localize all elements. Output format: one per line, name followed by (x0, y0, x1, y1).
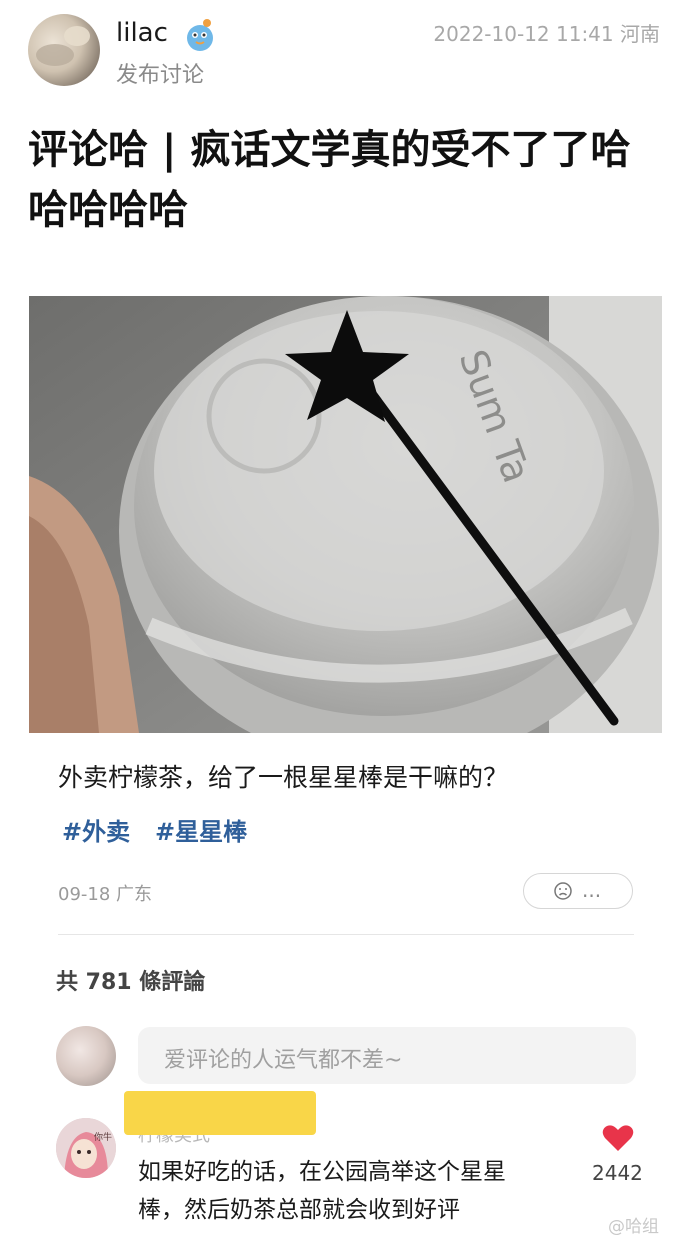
heart-icon[interactable] (602, 1124, 634, 1152)
card-date-location: 09-18 广东 (58, 884, 153, 905)
author-name[interactable]: lilac (116, 18, 168, 48)
highlight-mark (124, 1091, 316, 1135)
comment-input-placeholder: 爱评论的人运气都不差~ (164, 1048, 403, 1073)
reaction-button[interactable]: ... (523, 873, 633, 909)
comment-text: 如果好吃的话，在公园高举这个星星棒，然后奶茶总部就会收到好评 (138, 1159, 506, 1223)
divider (58, 934, 634, 935)
post-title: 评论哈 | 疯话文学真的受不了了哈哈哈哈哈 (28, 127, 631, 233)
more-label: ... (582, 878, 602, 902)
tag-link[interactable]: #星星棒 (155, 812, 247, 847)
post-photo[interactable]: Sum Ta (29, 296, 662, 733)
post-timestamp-location: 2022-10-12 11:41 河南 (433, 22, 660, 46)
current-user-avatar (56, 1026, 116, 1086)
avatar-detail (64, 26, 90, 46)
avatar-caption: 你牛 (94, 1131, 112, 1143)
badge-icon (187, 19, 213, 51)
commenter-avatar[interactable]: 你牛 (56, 1118, 116, 1178)
sad-face-icon (554, 882, 572, 900)
avatar-detail (36, 44, 74, 66)
comment-count: 共 781 條評論 (56, 970, 206, 995)
card-question[interactable]: 外卖柠檬茶，给了一根星星棒是干嘛的？ (58, 758, 508, 794)
post-action-label: 发布讨论 (116, 63, 205, 88)
like-count: 2442 (592, 1161, 643, 1185)
tag-link[interactable]: #外卖 (62, 812, 130, 847)
watermark: @哈组 (608, 1217, 659, 1237)
comment-input[interactable]: 爱评论的人运气都不差~ (138, 1027, 636, 1084)
author-avatar[interactable] (28, 14, 100, 86)
